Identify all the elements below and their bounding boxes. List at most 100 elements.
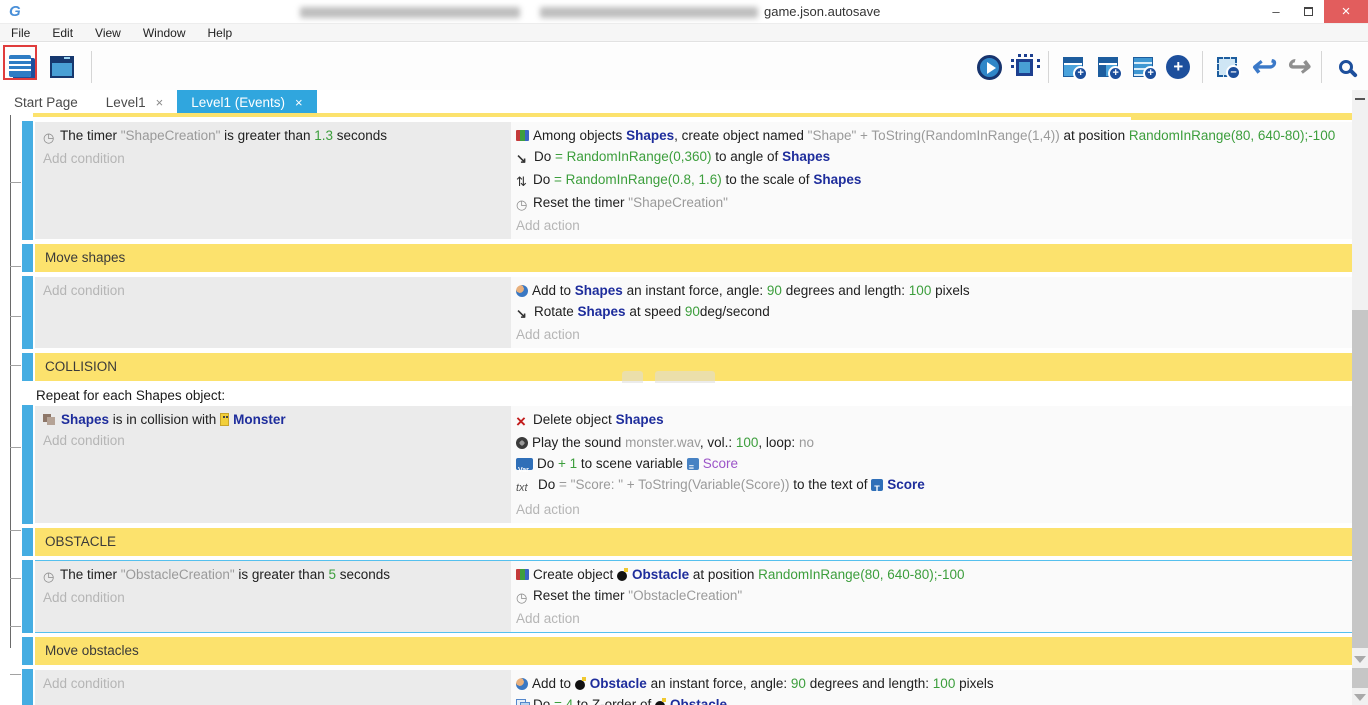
event-drag-handle[interactable] [22,669,33,705]
action-row[interactable]: Create object Obstacle at position Rando… [511,564,1352,585]
event-drag-handle[interactable] [22,121,33,240]
add-condition-row[interactable]: Add condition [35,587,511,608]
restore-button[interactable] [1292,0,1324,23]
tab-start-page[interactable]: Start Page [0,90,92,114]
tab-level1[interactable]: Level1× [92,90,177,114]
obstacle-obj-icon [617,568,628,581]
add-comment-icon[interactable]: + [1129,52,1157,82]
add-action-row[interactable]: Add action [511,324,1352,345]
timer-icon [43,127,56,148]
text-segment: Shapes [813,172,861,187]
delete-icon [516,411,529,432]
scrollbar-thumb-2[interactable] [1352,668,1368,688]
event-drag-handle[interactable] [22,353,33,381]
scrollbar-thumb[interactable] [1352,310,1368,648]
event-drag-handle[interactable] [22,276,33,349]
text-segment: an instant force, angle: [647,676,791,691]
event-body: The timer "ShapeCreation" is greater tha… [35,121,1352,240]
actions-column: Among objects Shapes, create object name… [511,122,1352,239]
comment-event[interactable]: Move shapes [22,244,1352,272]
vertical-scrollbar[interactable] [1352,90,1368,705]
action-row[interactable]: Do = 4 to Z-order of Obstacle [511,694,1352,705]
menu-item-file[interactable]: File [0,26,41,40]
add-action-row[interactable]: Add action [511,215,1352,236]
delete-event-icon[interactable]: – [1213,52,1241,82]
event-drag-handle[interactable] [22,637,33,665]
add-condition-row[interactable]: Add condition [35,148,511,169]
text-segment: Add to [532,676,575,691]
toolbar-divider [1202,51,1203,83]
event-block: The timer "ShapeCreation" is greater tha… [22,121,1352,240]
text-segment: Reset the timer [533,588,628,603]
add-condition-row[interactable]: Add condition [35,673,511,694]
text-segment: = RandomInRange(0.8, 1.6) [554,172,722,187]
tab-level1-events-[interactable]: Level1 (Events)× [177,90,316,114]
text-segment: 100 [933,676,956,691]
tab-close-icon[interactable]: × [156,95,164,110]
comment-text[interactable]: Move obstacles [35,637,1352,665]
actions-column: Create object Obstacle at position Rando… [511,561,1352,632]
close-button[interactable]: × [1324,0,1368,23]
event-drag-handle[interactable] [22,244,33,272]
add-action-row[interactable]: Add action [511,608,1352,629]
add-condition-row[interactable]: Add condition [35,280,511,301]
comment-text[interactable]: OBSTACLE [35,528,1352,556]
tree-connector [10,447,21,448]
scene-editor-icon[interactable] [48,52,76,82]
action-row[interactable]: Do = "Score: " + ToString(Variable(Score… [511,474,1352,499]
action-row[interactable]: Rotate Shapes at speed 90deg/second [511,301,1352,324]
debug-icon[interactable] [1010,52,1038,82]
action-row[interactable]: Among objects Shapes, create object name… [511,125,1352,146]
add-action-row[interactable]: Add action [511,499,1352,520]
comment-event[interactable]: OBSTACLE [22,528,1352,556]
scroll-down-icon[interactable] [1354,694,1366,701]
plus-badge-icon: + [1108,66,1123,81]
condition-row[interactable]: The timer "ObstacleCreation" is greater … [35,564,511,587]
event-block: Add conditionAdd to Shapes an instant fo… [22,276,1352,349]
comment-event[interactable]: Move obstacles [22,637,1352,665]
rotate-icon [516,303,530,324]
preview-play-icon[interactable] [975,52,1003,82]
add-subevent-icon[interactable]: + [1094,52,1122,82]
comment-text[interactable]: Move shapes [35,244,1352,272]
condition-row[interactable]: Shapes is in collision with Monster [35,409,511,430]
event-drag-handle[interactable] [22,528,33,556]
event-body: The timer "ObstacleCreation" is greater … [35,560,1352,633]
add-other-event-icon[interactable]: + [1164,52,1192,82]
tree-connector [10,266,21,267]
scroll-down-icon[interactable] [1354,656,1366,663]
undo-icon[interactable]: ↩ [1248,52,1276,82]
action-row[interactable]: Delete object Shapes [511,409,1352,432]
tab-close-icon[interactable]: × [295,95,303,110]
add-condition-row[interactable]: Add condition [35,430,511,451]
event-drag-handle[interactable] [22,560,33,633]
toolbar: ++++–↩↪ [0,43,1368,90]
text-segment: RandomInRange(80, 640-80);-100 [758,567,964,582]
text-segment: 90 [685,304,700,319]
text-segment: Obstacle [632,567,689,582]
action-row[interactable]: Play the sound monster.wav, vol.: 100, l… [511,432,1352,453]
add-event-icon[interactable]: + [1059,52,1087,82]
action-row[interactable]: Add to Obstacle an instant force, angle:… [511,673,1352,694]
text-segment: at position [1060,128,1129,143]
action-row[interactable]: Reset the timer "ObstacleCreation" [511,585,1352,608]
menu-item-view[interactable]: View [84,26,132,40]
foreach-header[interactable]: Repeat for each Shapes object: [36,386,1352,405]
event-body: Add conditionAdd to Obstacle an instant … [35,669,1352,705]
action-row[interactable]: Do + 1 to scene variable Score [511,453,1352,474]
text-segment: Do [538,477,559,492]
condition-row[interactable]: The timer "ShapeCreation" is greater tha… [35,125,511,148]
minimize-button[interactable]: – [1260,0,1292,23]
action-row[interactable]: Do = RandomInRange(0.8, 1.6) to the scal… [511,169,1352,192]
menu-item-help[interactable]: Help [197,26,244,40]
search-icon[interactable] [1332,52,1360,82]
plus-badge-icon: + [1073,66,1088,81]
menu-item-window[interactable]: Window [132,26,197,40]
event-drag-handle[interactable] [22,405,33,524]
action-row[interactable]: Do = RandomInRange(0,360) to angle of Sh… [511,146,1352,169]
action-row[interactable]: Add to Shapes an instant force, angle: 9… [511,280,1352,301]
redo-icon[interactable]: ↪ [1283,52,1311,82]
text-segment: Play the sound [532,435,625,450]
action-row[interactable]: Reset the timer "ShapeCreation" [511,192,1352,215]
menu-item-edit[interactable]: Edit [41,26,84,40]
